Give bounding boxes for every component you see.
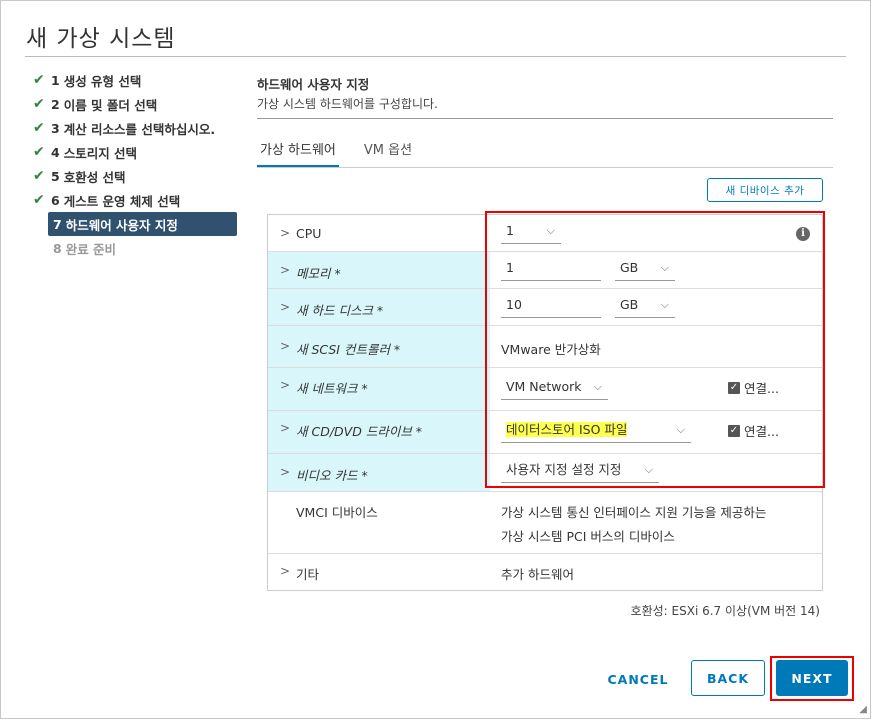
video-label: 비디오 카드 * <box>296 468 368 483</box>
resize-handle-icon[interactable]: ◢ <box>859 704 867 715</box>
hardware-row-vmci: VMCI 디바이스 가상 시스템 통신 인터페이스 지원 기능을 제공하는 가상… <box>268 492 822 554</box>
check-icon: ✔ <box>33 192 45 208</box>
title-divider <box>25 56 846 57</box>
vmci-description-line1: 가상 시스템 통신 인터페이스 지원 기능을 제공하는 <box>501 505 767 520</box>
step-6[interactable]: ✔ 6 게스트 운영 체제 선택 <box>33 188 238 212</box>
tab-vm-options[interactable]: VM 옵션 <box>361 141 415 168</box>
wizard-steps: ✔ 1 생성 유형 선택 ✔ 2 이름 및 폴더 선택 ✔ 3 계산 리소스를 선택하십시오… <box>33 68 238 260</box>
back-button[interactable]: BACK <box>691 660 765 696</box>
chevron-right-icon[interactable]: > <box>280 421 290 435</box>
compatibility-text: 호환성: ESXi 6.7 이상(VM 버전 14) <box>630 604 820 618</box>
step-4[interactable]: ✔ 4 스토리지 선택 <box>33 140 238 164</box>
step-8: 8 완료 준비 <box>53 240 117 257</box>
other-value: 추가 하드웨어 <box>501 567 574 582</box>
annotation-highlight-next <box>770 656 854 701</box>
chevron-right-icon[interactable]: > <box>280 339 290 353</box>
check-icon: ✔ <box>33 144 45 160</box>
step-5[interactable]: ✔ 5 호환성 선택 <box>33 164 238 188</box>
vmci-description-line2: 가상 시스템 PCI 버스의 디바이스 <box>501 529 675 544</box>
disk-label: 새 하드 디스크 * <box>296 303 384 318</box>
check-icon: ✔ <box>33 96 45 112</box>
dialog-title: 새 가상 시스템 <box>26 26 176 52</box>
check-icon: ✔ <box>33 72 45 88</box>
cpu-label: CPU <box>296 226 322 241</box>
chevron-right-icon[interactable]: > <box>280 263 290 277</box>
chevron-right-icon[interactable]: > <box>280 564 290 578</box>
wizard-window: 새 가상 시스템 ✔ 1 생성 유형 선택 ✔ 2 이름 및 폴더 선택 ✔ 3 계산 리소… <box>0 0 871 719</box>
cddvd-label: 새 CD/DVD 드라이브 * <box>296 424 423 439</box>
step-2[interactable]: ✔ 2 이름 및 폴더 선택 <box>33 92 238 116</box>
tabs-divider <box>257 167 833 168</box>
network-label: 새 네트워크 * <box>296 381 368 396</box>
add-device-button[interactable]: 새 디바이스 추가 <box>707 178 823 202</box>
step-7-active[interactable]: 7 하드웨어 사용자 지정 <box>48 212 237 236</box>
chevron-right-icon[interactable]: > <box>280 300 290 314</box>
annotation-highlight-box <box>485 211 825 488</box>
chevron-right-icon[interactable]: > <box>280 226 290 240</box>
step-1[interactable]: ✔ 1 생성 유형 선택 <box>33 68 238 92</box>
page-title: 하드웨어 사용자 지정 <box>257 77 370 92</box>
page-subtitle: 가상 시스템 하드웨어를 구성합니다. <box>257 97 438 111</box>
memory-label: 메모리 * <box>296 266 341 281</box>
vmci-label: VMCI 디바이스 <box>296 505 378 520</box>
tab-virtual-hardware[interactable]: 가상 하드웨어 <box>257 141 339 168</box>
check-icon: ✔ <box>33 120 45 136</box>
hardware-row-other: > 기타 추가 하드웨어 <box>268 554 822 590</box>
other-label: 기타 <box>296 567 320 582</box>
check-icon: ✔ <box>33 168 45 184</box>
step-3[interactable]: ✔ 3 계산 리소스를 선택하십시오. <box>33 116 238 140</box>
cancel-button[interactable]: CANCEL <box>599 661 677 697</box>
tab-bar: 가상 하드웨어 VM 옵션 <box>257 141 437 168</box>
chevron-right-icon[interactable]: > <box>280 465 290 479</box>
scsi-label: 새 SCSI 컨트롤러 * <box>296 342 401 357</box>
header-divider <box>257 118 833 119</box>
chevron-right-icon[interactable]: > <box>280 378 290 392</box>
